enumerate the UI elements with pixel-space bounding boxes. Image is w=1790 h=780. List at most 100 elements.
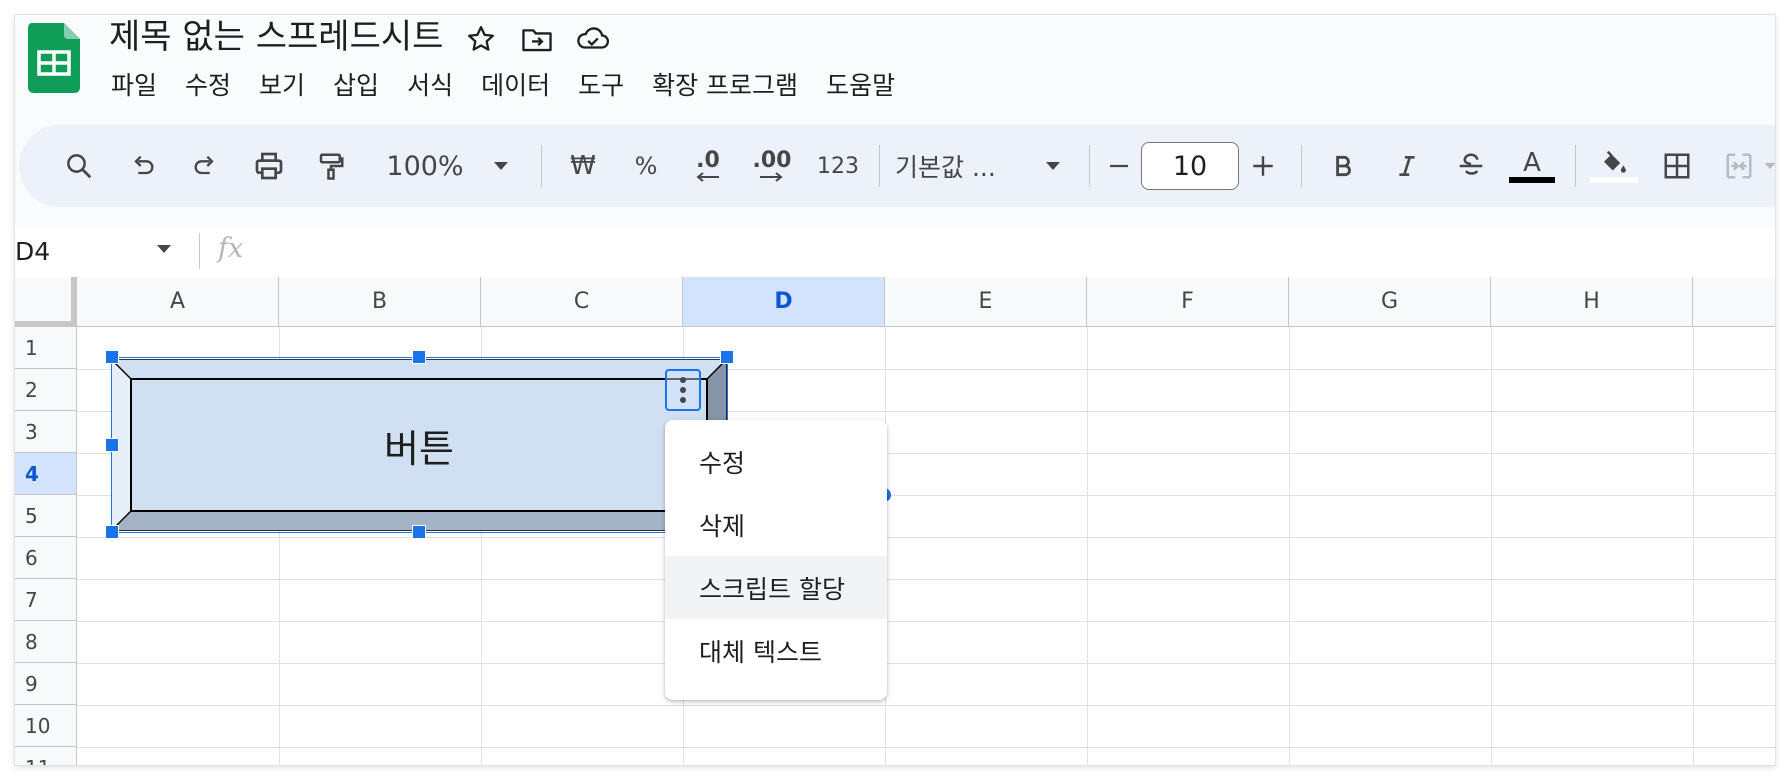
spreadsheet-grid[interactable]: A B C D E F G H 1 2 3 4 5 6 7 8 9 10 11 [15, 277, 1775, 765]
strikethrough-icon[interactable] [1447, 146, 1495, 186]
column-header-h[interactable]: H [1491, 277, 1693, 327]
decrease-decimal-button[interactable]: .0 [683, 146, 733, 186]
number-format-button[interactable]: 123 [811, 146, 865, 186]
increase-font-size-icon[interactable] [1241, 146, 1285, 186]
formula-separator [199, 233, 200, 269]
toolbar-separator [1089, 145, 1090, 187]
menu-help[interactable]: 도움말 [812, 63, 909, 109]
font-size-input[interactable]: 10 [1141, 142, 1239, 190]
row-header-9[interactable]: 9 [15, 663, 77, 705]
resize-handle-top[interactable] [412, 350, 426, 364]
menu-edit[interactable]: 수정 [171, 63, 245, 109]
formula-bar: D4 fx [15, 227, 1775, 277]
grid-line [77, 579, 1775, 580]
select-all-corner[interactable] [15, 277, 77, 327]
row-header-7[interactable]: 7 [15, 579, 77, 621]
fx-icon: fx [218, 233, 244, 264]
move-to-folder-icon[interactable] [517, 19, 557, 59]
paint-format-icon[interactable] [307, 146, 355, 186]
google-sheets-logo-icon[interactable] [28, 23, 80, 93]
toolbar-separator [1575, 145, 1576, 187]
row-header-8[interactable]: 8 [15, 621, 77, 663]
resize-handle-top-right[interactable] [720, 350, 734, 364]
borders-icon[interactable] [1653, 146, 1701, 186]
zoom-value: 100% [386, 150, 464, 182]
resize-handle-top-left[interactable] [105, 350, 119, 364]
name-box-dropdown-icon[interactable] [155, 243, 173, 255]
column-header-f[interactable]: F [1087, 277, 1289, 327]
row-header-11[interactable]: 11 [15, 747, 77, 765]
bold-icon[interactable] [1319, 146, 1367, 186]
row-header-10[interactable]: 10 [15, 705, 77, 747]
menu-insert[interactable]: 삽입 [319, 63, 393, 109]
grid-line [77, 621, 1775, 622]
grid-line [1289, 327, 1290, 765]
resize-handle-bottom[interactable] [412, 525, 426, 539]
arrow-left-icon [696, 172, 719, 182]
menu-extensions[interactable]: 확장 프로그램 [638, 63, 812, 109]
text-color-swatch [1509, 177, 1555, 183]
toolbar-separator [1301, 145, 1302, 187]
context-menu-alt-text[interactable]: 대체 텍스트 [665, 619, 887, 682]
paint-bucket-icon [1604, 150, 1626, 173]
menu-view[interactable]: 보기 [245, 63, 319, 109]
zoom-dropdown-icon[interactable] [483, 146, 519, 186]
column-header-partial[interactable] [1693, 277, 1775, 327]
row-header-2[interactable]: 2 [15, 369, 77, 411]
italic-icon[interactable] [1383, 146, 1431, 186]
row-header-6[interactable]: 6 [15, 537, 77, 579]
merge-dropdown-icon[interactable] [1759, 146, 1775, 186]
context-menu-assign-script[interactable]: 스크립트 할당 [665, 556, 887, 619]
context-menu-delete[interactable]: 삭제 [665, 493, 887, 556]
star-icon[interactable] [461, 19, 501, 59]
search-icon[interactable] [55, 146, 103, 186]
column-header-c[interactable]: C [481, 277, 683, 327]
grid-line [1087, 327, 1088, 765]
grid-line [77, 537, 1775, 538]
column-header-d[interactable]: D [683, 277, 885, 327]
column-header-b[interactable]: B [279, 277, 481, 327]
name-box[interactable]: D4 [15, 235, 50, 269]
cloud-saved-icon[interactable] [573, 19, 613, 59]
increase-decimal-button[interactable]: .00 [745, 146, 799, 186]
menu-format[interactable]: 서식 [393, 63, 467, 109]
menu-data[interactable]: 데이터 [467, 63, 564, 109]
redo-icon[interactable] [181, 146, 229, 186]
font-family-select[interactable]: 기본값 ... [895, 146, 1015, 186]
arrow-right-icon [760, 172, 783, 182]
row-header-1[interactable]: 1 [15, 327, 77, 369]
more-options-icon[interactable] [665, 369, 701, 411]
resize-handle-bottom-left[interactable] [105, 525, 119, 539]
merge-cells-icon[interactable] [1715, 146, 1763, 186]
decrease-font-size-icon[interactable] [1101, 146, 1137, 186]
zoom-select[interactable]: 100% [381, 146, 469, 186]
menu-file[interactable]: 파일 [97, 63, 171, 109]
menu-tools[interactable]: 도구 [564, 63, 638, 109]
grid-line [77, 663, 1775, 664]
column-header-g[interactable]: G [1289, 277, 1491, 327]
resize-handle-left[interactable] [105, 438, 119, 452]
grid-line [77, 747, 1775, 748]
grid-line [77, 705, 1775, 706]
context-menu-edit[interactable]: 수정 [665, 430, 887, 493]
column-header-a[interactable]: A [77, 277, 279, 327]
currency-format-button[interactable]: ₩ [559, 146, 607, 186]
toolbar-separator [879, 145, 880, 187]
document-title[interactable]: 제목 없는 스프레드시트 [109, 15, 443, 59]
row-header-3[interactable]: 3 [15, 411, 77, 453]
formula-input[interactable] [255, 231, 1755, 271]
toolbar-separator [541, 145, 542, 187]
context-menu: 수정 삭제 스크립트 할당 대체 텍스트 [665, 420, 887, 700]
text-color-button[interactable]: A [1505, 146, 1559, 186]
fill-color-swatch [1590, 177, 1638, 183]
row-header-4[interactable]: 4 [15, 453, 77, 495]
row-header-5[interactable]: 5 [15, 495, 77, 537]
undo-icon[interactable] [119, 146, 167, 186]
sheets-window: 제목 없는 스프레드시트 파일 수정 보기 삽입 서식 데이터 도구 확장 프로… [15, 15, 1775, 765]
column-header-e[interactable]: E [885, 277, 1087, 327]
percent-format-button[interactable]: % [622, 146, 670, 186]
menu-bar: 파일 수정 보기 삽입 서식 데이터 도구 확장 프로그램 도움말 [97, 63, 909, 109]
font-dropdown-icon[interactable] [1035, 146, 1071, 186]
fill-color-button[interactable] [1585, 146, 1643, 186]
print-icon[interactable] [245, 146, 293, 186]
